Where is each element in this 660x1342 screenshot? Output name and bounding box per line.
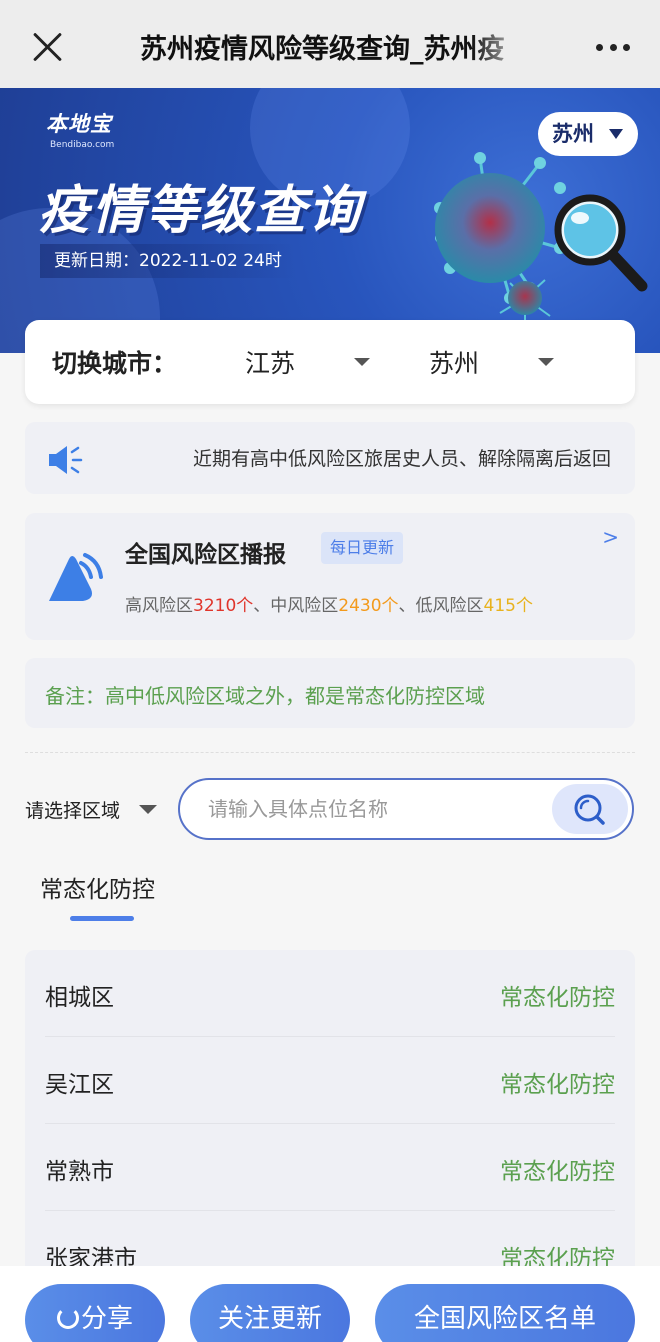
low-risk-count: 415个 <box>483 596 533 616</box>
tab-normal-control[interactable]: 常态化防控 <box>40 870 155 904</box>
update-date: 更新日期：2022-11-02 24时 <box>40 244 296 278</box>
low-risk-label: 、低风险区 <box>398 596 484 616</box>
national-risk-title: 全国风险区播报 <box>125 542 286 568</box>
national-risk-card[interactable]: 全国风险区播报 每日更新 > 高风险区3210个、中风险区2430个、低风险区4… <box>25 513 635 640</box>
notice-text: 近期有高中低风险区旅居史人员、解除隔离后返回 <box>192 448 611 470</box>
banner-title: 疫情等级查询 <box>38 181 363 241</box>
remark-text: 备注：高中低风险区域之外，都是常态化防控区域 <box>25 658 635 728</box>
bendibao-logo: 本地宝 Bendibao.com <box>46 108 130 150</box>
divider <box>25 752 635 753</box>
share-button[interactable]: 分享 <box>25 1284 165 1342</box>
logo-text: 本地宝 <box>46 112 112 136</box>
dropdown-icon[interactable] <box>354 358 370 366</box>
search-button[interactable] <box>552 784 628 834</box>
national-risk-list-button[interactable]: 全国风险区名单 <box>375 1284 635 1342</box>
dropdown-icon <box>609 129 623 139</box>
share-icon <box>56 1307 79 1329</box>
area-select[interactable]: 请选择区域 <box>25 796 120 823</box>
mid-risk-count: 2430个 <box>338 596 399 616</box>
chevron-right-icon[interactable]: > <box>602 525 619 549</box>
district-status: 常态化防控 <box>500 1159 615 1185</box>
city-pill-label: 苏州 <box>552 122 594 146</box>
risk-statistics: 高风险区3210个、中风险区2430个、低风险区415个 <box>125 591 533 616</box>
district-status: 常态化防控 <box>500 985 615 1011</box>
share-label: 分享 <box>80 1304 133 1334</box>
switch-city-label: 切换城市： <box>52 349 178 378</box>
speaker-icon <box>49 446 83 474</box>
search-input[interactable] <box>208 794 538 824</box>
dropdown-icon[interactable] <box>139 805 157 814</box>
daily-update-badge: 每日更新 <box>321 532 404 564</box>
banner: 本地宝 Bendibao.com 疫情等级查询 更新日期：2022-11-02 … <box>0 88 660 353</box>
more-icon[interactable] <box>596 44 630 52</box>
follow-update-button[interactable]: 关注更新 <box>190 1284 350 1342</box>
notice-bar[interactable]: 近期有高中低风险区旅居史人员、解除隔离后返回 <box>25 422 635 494</box>
list-item[interactable]: 相城区 常态化防控 <box>45 950 615 1037</box>
city-selector-card: 切换城市： 江苏 苏州 <box>25 320 635 404</box>
list-item[interactable]: 张家港市 常态化防控 <box>45 1211 615 1270</box>
high-risk-count: 3210个 <box>193 596 254 616</box>
close-icon[interactable] <box>30 30 64 64</box>
high-risk-label: 高风险区 <box>125 596 193 616</box>
city-select[interactable]: 苏州 <box>429 344 479 380</box>
search-box <box>178 778 634 840</box>
search-icon <box>574 794 605 825</box>
logo-subtext: Bendibao.com <box>50 140 115 150</box>
mid-risk-label: 、中风险区 <box>253 596 339 616</box>
dropdown-icon[interactable] <box>538 358 554 366</box>
bottom-action-bar: 分享 关注更新 全国风险区名单 <box>0 1266 660 1342</box>
bell-icon <box>49 553 103 601</box>
district-name: 相城区 <box>45 985 114 1011</box>
tab-underline <box>70 916 134 921</box>
province-select[interactable]: 江苏 <box>245 344 295 380</box>
district-list: 相城区 常态化防控 吴江区 常态化防控 常熟市 常态化防控 张家港市 常态化防控 <box>25 950 635 1270</box>
city-pill-button[interactable]: 苏州 <box>538 112 638 156</box>
top-navigation-bar: 苏州疫情风险等级查询_苏州疫 <box>0 0 660 88</box>
district-status: 常态化防控 <box>500 1072 615 1098</box>
district-name: 吴江区 <box>45 1072 114 1098</box>
list-item[interactable]: 常熟市 常态化防控 <box>45 1124 615 1211</box>
list-item[interactable]: 吴江区 常态化防控 <box>45 1037 615 1124</box>
page-title: 苏州疫情风险等级查询_苏州疫 <box>140 34 505 65</box>
district-name: 常熟市 <box>45 1159 114 1185</box>
